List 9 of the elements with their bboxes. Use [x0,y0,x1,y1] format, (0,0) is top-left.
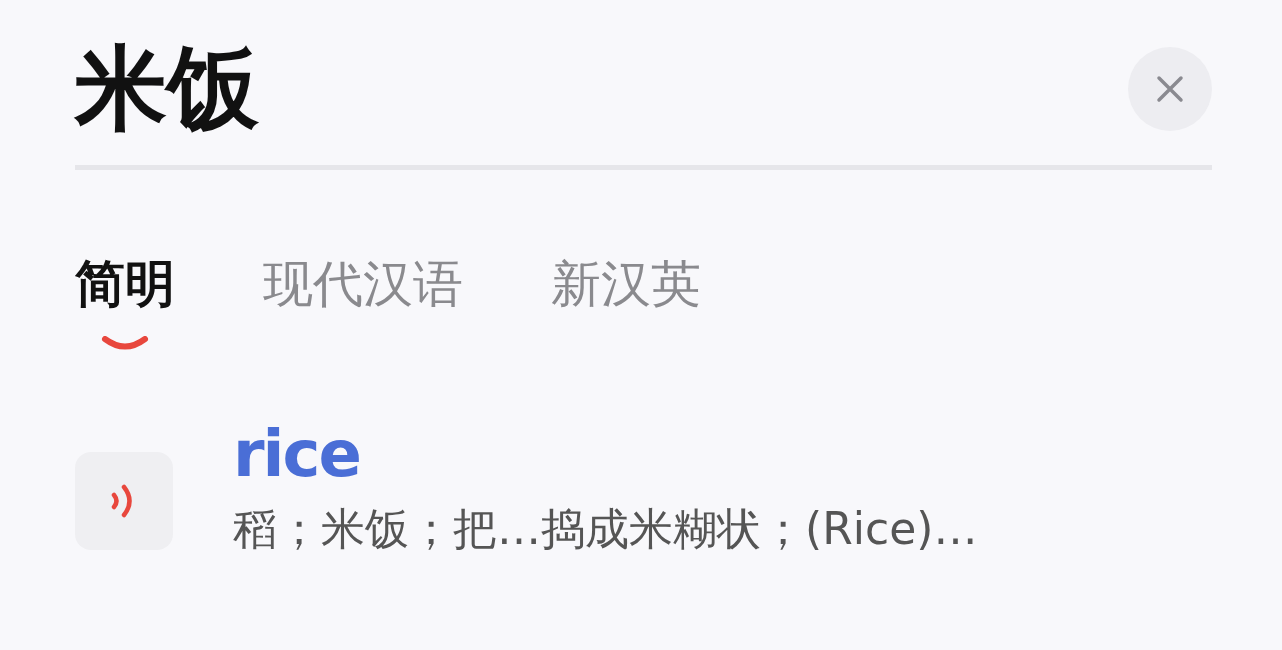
close-icon [1156,74,1184,103]
dictionary-tab[interactable]: 新汉英 [551,256,701,350]
word-definition: 稻；米饭；把…捣成米糊状；(Rice)… [233,503,978,555]
english-word: rice [233,421,361,486]
pronounce-button[interactable] [75,451,173,550]
tab-indicator [101,335,149,350]
page-title: 米饭 [75,38,259,140]
dictionary-tab[interactable]: 简明 [75,256,175,350]
dictionary-tab[interactable]: 现代汉语 [263,256,463,350]
